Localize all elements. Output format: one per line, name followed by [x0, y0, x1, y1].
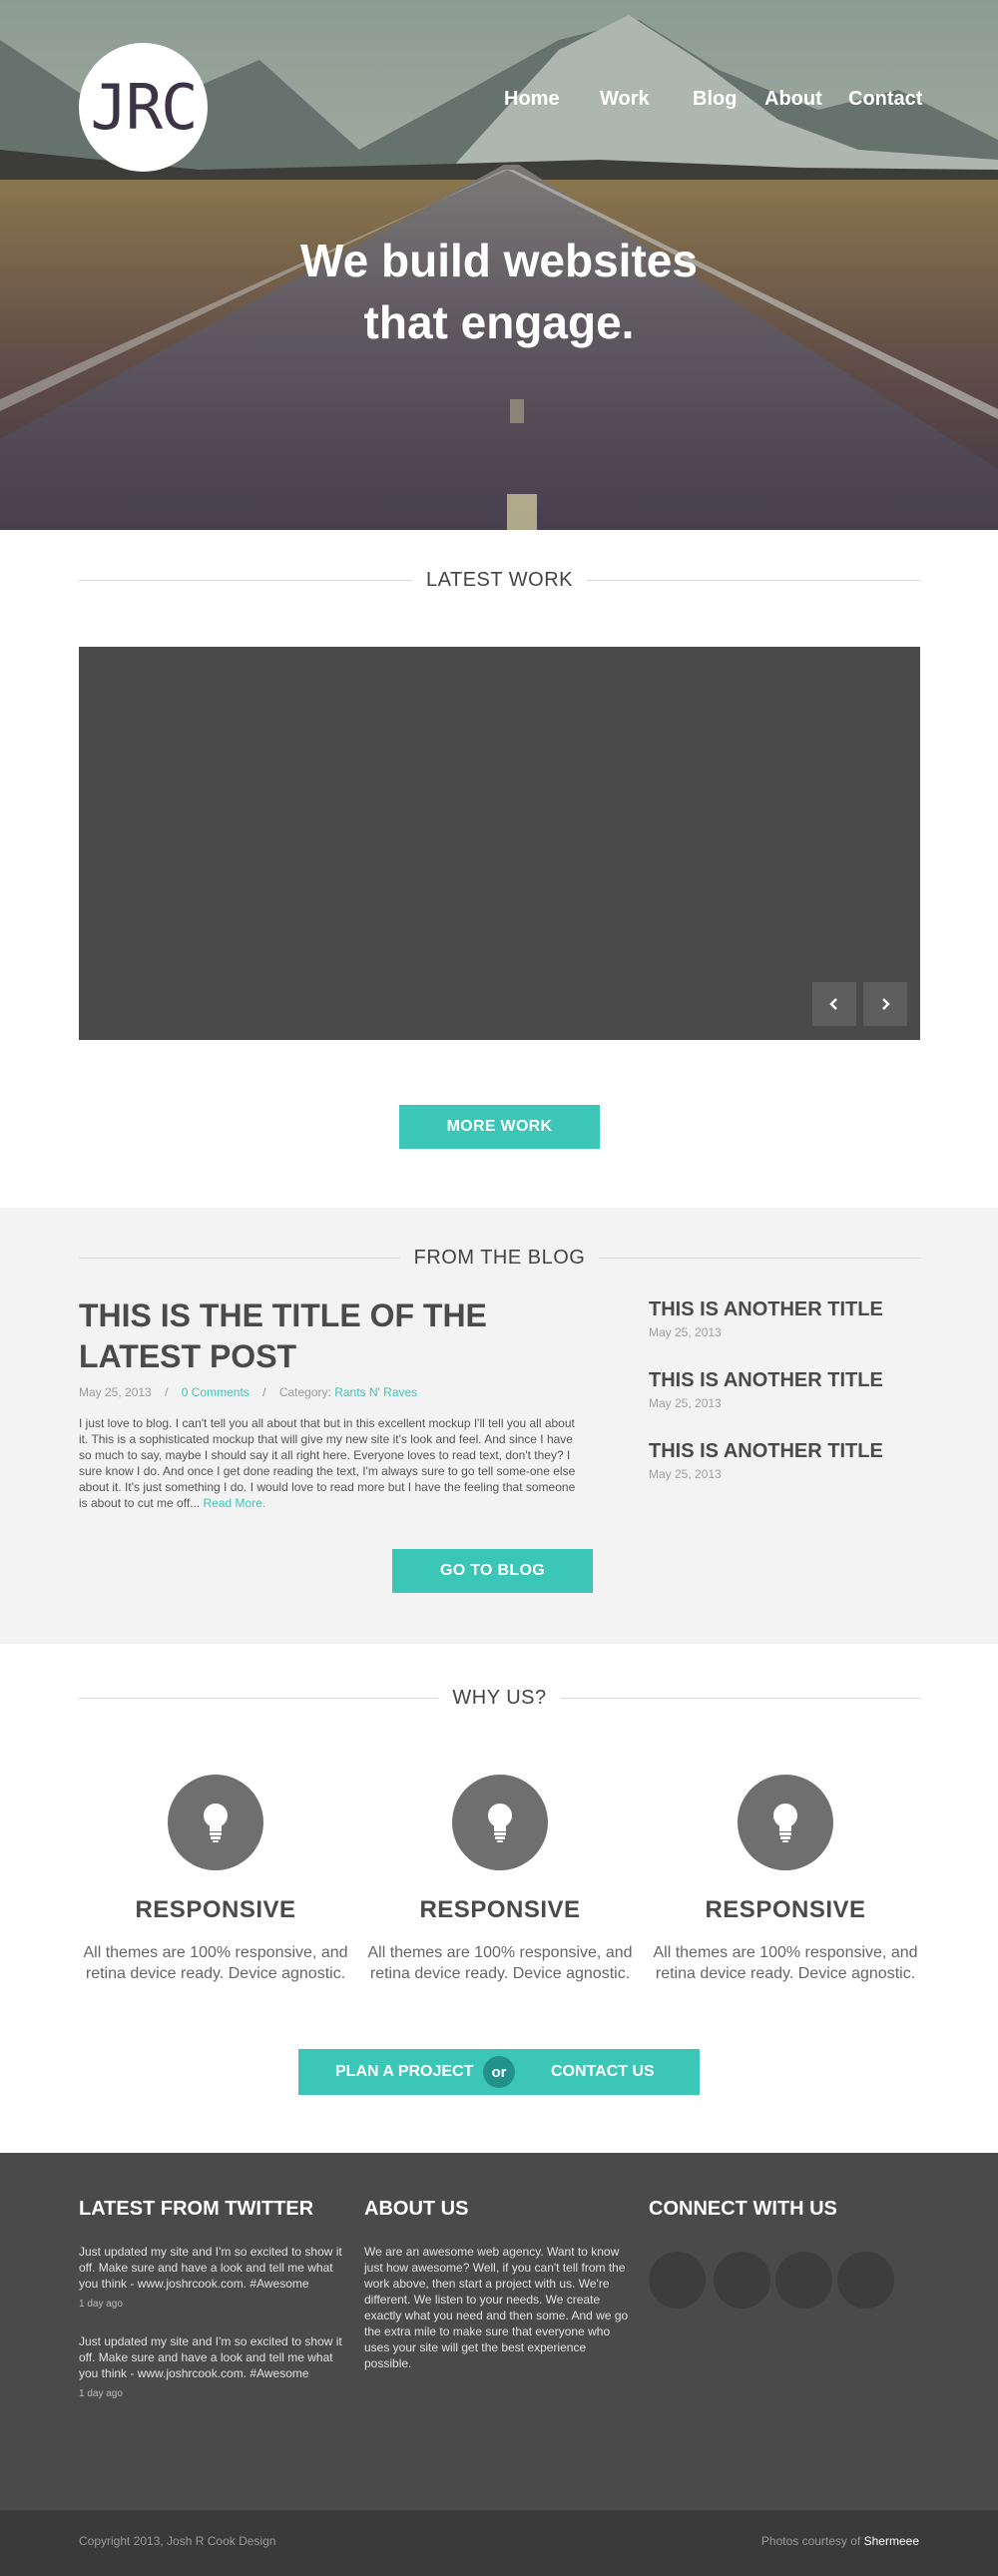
connect-column: CONNECT WITH US [649, 2198, 918, 2221]
connect-heading: CONNECT WITH US [649, 2198, 837, 2220]
tweet-time: 1 day ago [79, 2388, 123, 2399]
feature-description: All themes are 100% responsive, and reti… [367, 1944, 633, 1982]
about-column: ABOUT US We are an awesome web agency. W… [364, 2198, 634, 2371]
hero-headline-line1: We build websites [300, 235, 698, 286]
post-category-label: Category: [278, 1385, 331, 1399]
post-category-link[interactable]: Rants N' Raves [334, 1385, 417, 1399]
photo-credit: Photos courtesy of Shermeee [761, 2534, 919, 2548]
feature-icon-circle [452, 1775, 548, 1870]
photo-credit-link[interactable]: Shermeee [864, 2534, 919, 2548]
read-more-link[interactable]: Read More. [204, 1496, 266, 1510]
side-post[interactable]: THIS IS ANOTHER TITLE May 25, 2013 [649, 1298, 883, 1339]
feature-title: RESPONSIVE [419, 1896, 581, 1923]
tweet-text: Just updated my site and I'm so excited … [79, 2334, 342, 2380]
contact-us-button[interactable]: CONTACT US [551, 2049, 655, 2095]
side-post-title[interactable]: THIS IS ANOTHER TITLE [649, 1440, 883, 1463]
side-post-title[interactable]: THIS IS ANOTHER TITLE [649, 1298, 883, 1321]
post-date: May 25, 2013 [79, 1385, 152, 1399]
hero-headline: We build websites that engage. [0, 230, 998, 353]
post-meta: May 25, 2013 / 0 Comments / Category: Ra… [79, 1385, 417, 1399]
nav-home[interactable]: Home [504, 88, 560, 111]
post-excerpt: I just love to blog. I can't tell you al… [79, 1415, 578, 1511]
work-slider[interactable] [79, 647, 920, 1040]
copyright-text: Copyright 2013, Josh R Cook Design [79, 2534, 276, 2548]
blog-title: FROM THE BLOG [413, 1246, 586, 1269]
feature-card: RESPONSIVE All themes are 100% responsiv… [365, 1775, 635, 1984]
slider-next-button[interactable] [863, 982, 907, 1026]
divider-line [599, 1257, 920, 1259]
side-post-date: May 25, 2013 [649, 1325, 722, 1339]
tweet: Just updated my site and I'm so excited … [79, 2244, 348, 2310]
feature-card: RESPONSIVE All themes are 100% responsiv… [651, 1775, 920, 1984]
nav-about[interactable]: About [764, 88, 822, 111]
feature-description: All themes are 100% responsive, and reti… [83, 1944, 348, 1982]
side-post-date: May 25, 2013 [649, 1396, 722, 1410]
side-post[interactable]: THIS IS ANOTHER TITLE May 25, 2013 [649, 1369, 883, 1410]
lightbulb-icon [488, 1803, 512, 1842]
or-badge: or [483, 2056, 515, 2088]
feature-description: All themes are 100% responsive, and reti… [653, 1944, 918, 1982]
about-heading: ABOUT US [364, 2198, 469, 2220]
about-text: We are an awesome web agency. Want to kn… [364, 2245, 629, 2370]
hero-headline-line2: that engage. [363, 296, 635, 348]
side-post-date: May 25, 2013 [649, 1467, 722, 1481]
footer-bottom-bar: Copyright 2013, Josh R Cook Design Photo… [0, 2510, 998, 2576]
go-to-blog-button[interactable]: GO TO BLOG [392, 1549, 593, 1593]
feature-icon-circle [738, 1775, 833, 1870]
divider-line [79, 1697, 439, 1699]
chevron-right-icon [882, 998, 890, 1010]
social-icon[interactable] [775, 2252, 832, 2309]
plan-project-button[interactable]: PLAN A PROJECT [335, 2049, 473, 2095]
nav-work[interactable]: Work [600, 88, 650, 111]
latest-post-title[interactable]: THIS IS THE TITLE OF THE LATEST POST [79, 1295, 538, 1377]
hero-banner: JRC Home Work Blog About Contact We buil… [0, 0, 998, 530]
twitter-column: LATEST FROM TWITTER Just updated my site… [79, 2198, 348, 2399]
nav-blog[interactable]: Blog [693, 88, 737, 111]
lightbulb-icon [773, 1803, 797, 1842]
divider-line [560, 1697, 921, 1699]
cta-bar: PLAN A PROJECT or CONTACT US [298, 2049, 700, 2095]
post-excerpt-text: I just love to blog. I can't tell you al… [79, 1416, 576, 1510]
social-icon[interactable] [837, 2252, 894, 2309]
meta-separator: / [165, 1385, 169, 1399]
post-comments-link[interactable]: 0 Comments [182, 1385, 250, 1399]
divider-line [79, 579, 412, 581]
divider-line [79, 1257, 400, 1259]
social-icon[interactable] [714, 2252, 770, 2309]
twitter-heading: LATEST FROM TWITTER [79, 2198, 314, 2220]
tweet-time: 1 day ago [79, 2299, 123, 2310]
main-nav: Home Work Blog About Contact [0, 88, 998, 118]
social-icon[interactable] [649, 2252, 706, 2309]
more-work-button[interactable]: MORE WORK [399, 1105, 600, 1149]
feature-title: RESPONSIVE [705, 1896, 866, 1923]
tweet: Just updated my site and I'm so excited … [79, 2333, 348, 2399]
why-us-heading: WHY US? [79, 1683, 921, 1713]
why-us-title: WHY US? [452, 1686, 547, 1709]
feature-icon-circle [168, 1775, 263, 1870]
blog-heading: FROM THE BLOG [79, 1243, 920, 1273]
chevron-left-icon [829, 998, 837, 1010]
lightbulb-icon [204, 1803, 228, 1842]
divider-line [587, 579, 921, 581]
side-post-title[interactable]: THIS IS ANOTHER TITLE [649, 1369, 883, 1392]
feature-card: RESPONSIVE All themes are 100% responsiv… [81, 1775, 350, 1984]
latest-work-title: LATEST WORK [426, 568, 574, 591]
meta-separator: / [262, 1385, 266, 1399]
tweet-text: Just updated my site and I'm so excited … [79, 2245, 342, 2291]
nav-contact[interactable]: Contact [848, 88, 922, 111]
photo-credit-label: Photos courtesy of [760, 2534, 861, 2548]
slider-prev-button[interactable] [812, 982, 856, 1026]
latest-work-heading: LATEST WORK [79, 565, 921, 595]
side-post[interactable]: THIS IS ANOTHER TITLE May 25, 2013 [649, 1440, 883, 1481]
feature-title: RESPONSIVE [135, 1896, 296, 1923]
